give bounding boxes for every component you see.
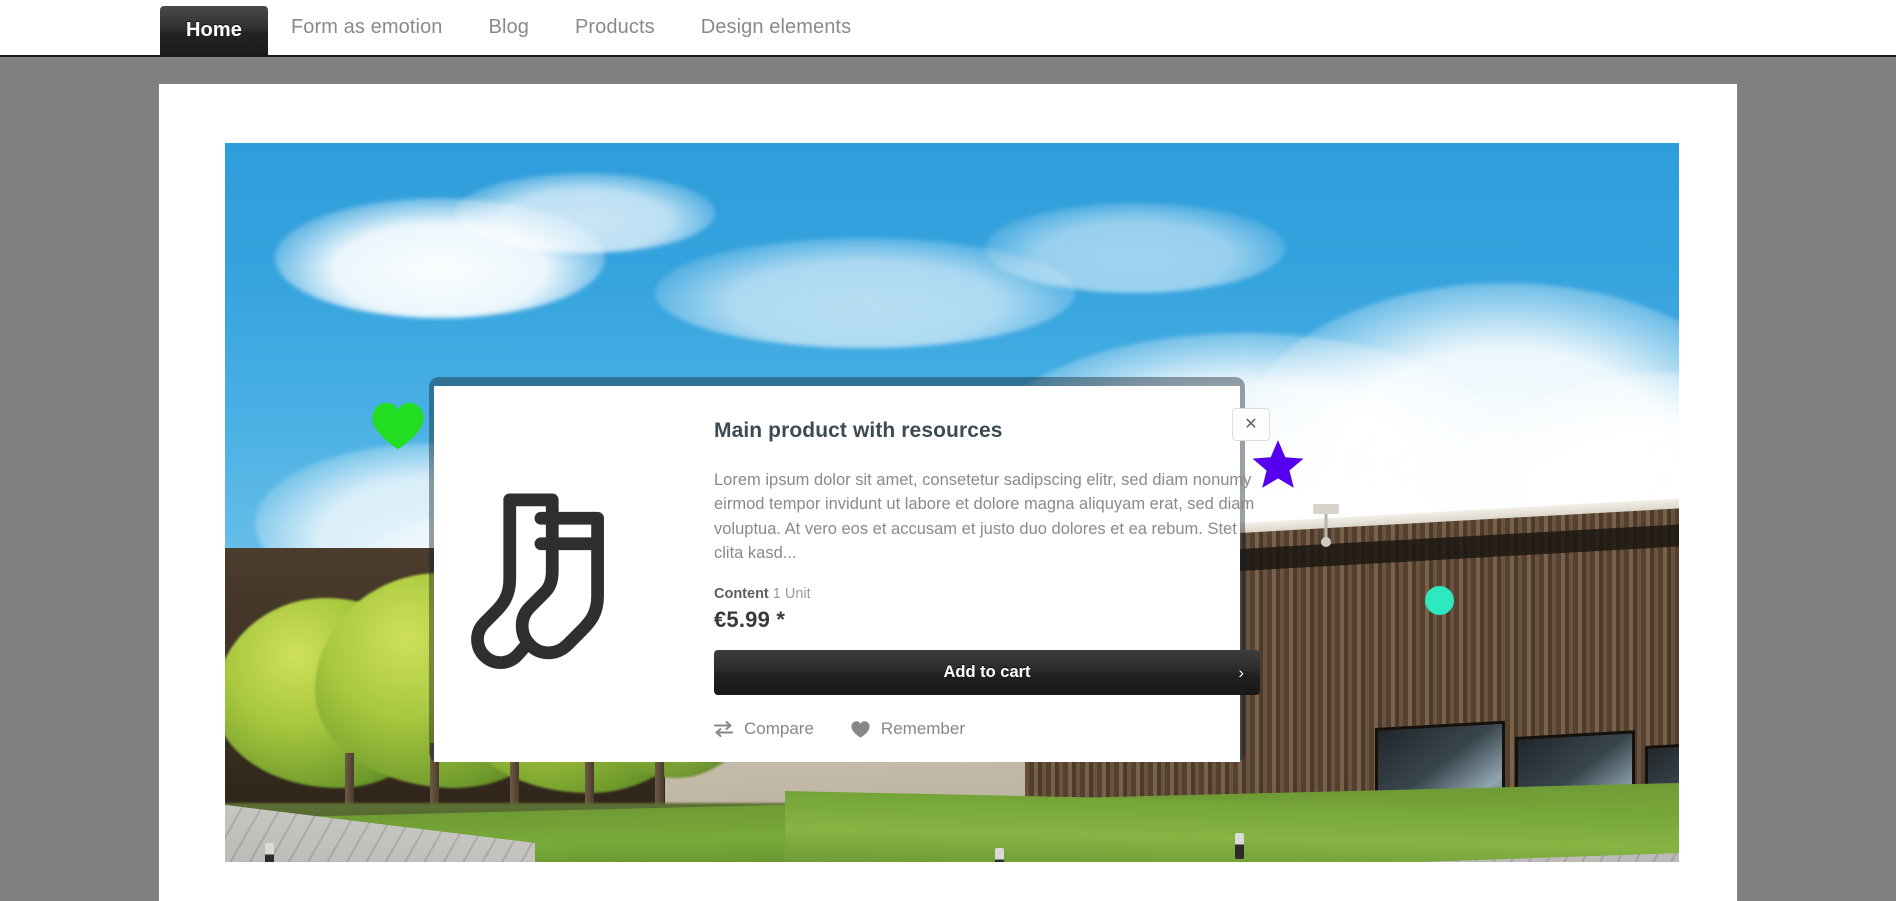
bollard-light <box>995 848 1004 862</box>
roof-lamp-icon <box>1313 504 1339 547</box>
product-price: €5.99 * <box>714 607 786 632</box>
nav-item-form-as-emotion[interactable]: Form as emotion <box>268 0 466 55</box>
add-to-cart-label: Add to cart <box>943 663 1031 681</box>
nav-item-label: Blog <box>488 16 529 38</box>
top-navigation-bar: Home Form as emotion Blog Products Desig… <box>0 0 1896 57</box>
compare-label: Compare <box>744 719 814 738</box>
nav-item-products[interactable]: Products <box>552 0 678 55</box>
product-image-container <box>434 386 662 762</box>
socks-icon <box>471 493 604 669</box>
cloud-shape <box>455 173 715 253</box>
content-label: Content <box>714 586 769 602</box>
nav-item-label: Design elements <box>700 16 852 38</box>
cloud-shape <box>985 203 1285 293</box>
content-value: 1 Unit <box>772 586 811 602</box>
decoration-heart-icon <box>371 402 425 450</box>
remember-label: Remember <box>880 719 966 738</box>
quick-view-modal: Main product with resources Lorem ipsum … <box>434 386 1270 762</box>
heart-icon <box>851 720 870 738</box>
nav-item-label: Form as emotion <box>290 16 443 38</box>
compare-action[interactable]: Compare <box>714 719 814 739</box>
modal-body: Main product with resources Lorem ipsum … <box>662 386 1290 762</box>
bollard-light <box>265 843 274 862</box>
decoration-circle-icon <box>1425 586 1454 615</box>
product-content-line: Content 1 Unit <box>714 586 1260 602</box>
bollard-light <box>1235 833 1244 859</box>
nav-item-label: Products <box>574 16 655 38</box>
modal-secondary-actions: Compare Remember <box>714 719 1260 739</box>
chevron-right-icon: › <box>1238 662 1244 682</box>
heart-shape-svg <box>372 402 424 450</box>
nav-item-label: Home <box>186 19 242 41</box>
compare-icon <box>714 721 733 737</box>
add-to-cart-button[interactable]: Add to cart › <box>714 650 1260 695</box>
nav-item-home[interactable]: Home <box>160 6 268 55</box>
nav-item-design-elements[interactable]: Design elements <box>678 0 874 55</box>
modal-close-button[interactable]: ✕ <box>1232 408 1270 441</box>
product-description: Lorem ipsum dolor sit amet, consetetur s… <box>714 471 1255 562</box>
nav-item-blog[interactable]: Blog <box>466 0 552 55</box>
nav-items-container: Home Form as emotion Blog Products Desig… <box>160 0 874 55</box>
product-title: Main product with resources <box>714 419 1003 442</box>
remember-action[interactable]: Remember <box>851 719 965 739</box>
